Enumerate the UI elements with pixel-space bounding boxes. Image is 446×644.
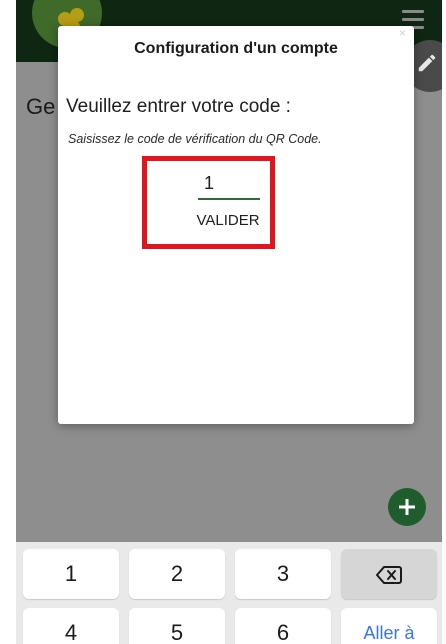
backspace-icon (376, 566, 402, 585)
dialog-heading: Veuillez entrer votre code : (66, 96, 291, 117)
numeric-keyboard: 1 2 3 4 5 6 Aller à (16, 542, 442, 644)
go-key[interactable]: Aller à (341, 608, 437, 644)
validate-button[interactable]: VALIDER (178, 206, 278, 234)
key-3[interactable]: 3 (235, 549, 331, 599)
dialog-title: Configuration d'un compte (134, 40, 338, 57)
key-4[interactable]: 4 (23, 608, 119, 644)
close-icon[interactable]: × (399, 26, 406, 40)
verification-code-input[interactable] (198, 170, 260, 200)
plus-icon (399, 499, 415, 515)
app-screen: Ge Configuration d'un compte × Veuillez … (16, 0, 442, 644)
add-button[interactable] (388, 488, 426, 526)
dialog-hint: Saisissez le code de vérification du QR … (68, 132, 322, 146)
account-setup-dialog: Configuration d'un compte × Veuillez ent… (58, 26, 414, 424)
pencil-icon (418, 54, 436, 72)
key-1[interactable]: 1 (23, 549, 119, 599)
backspace-key[interactable] (341, 549, 437, 599)
key-6[interactable]: 6 (235, 608, 331, 644)
background-heading: Ge (26, 94, 56, 119)
key-2[interactable]: 2 (129, 549, 225, 599)
key-5[interactable]: 5 (129, 608, 225, 644)
